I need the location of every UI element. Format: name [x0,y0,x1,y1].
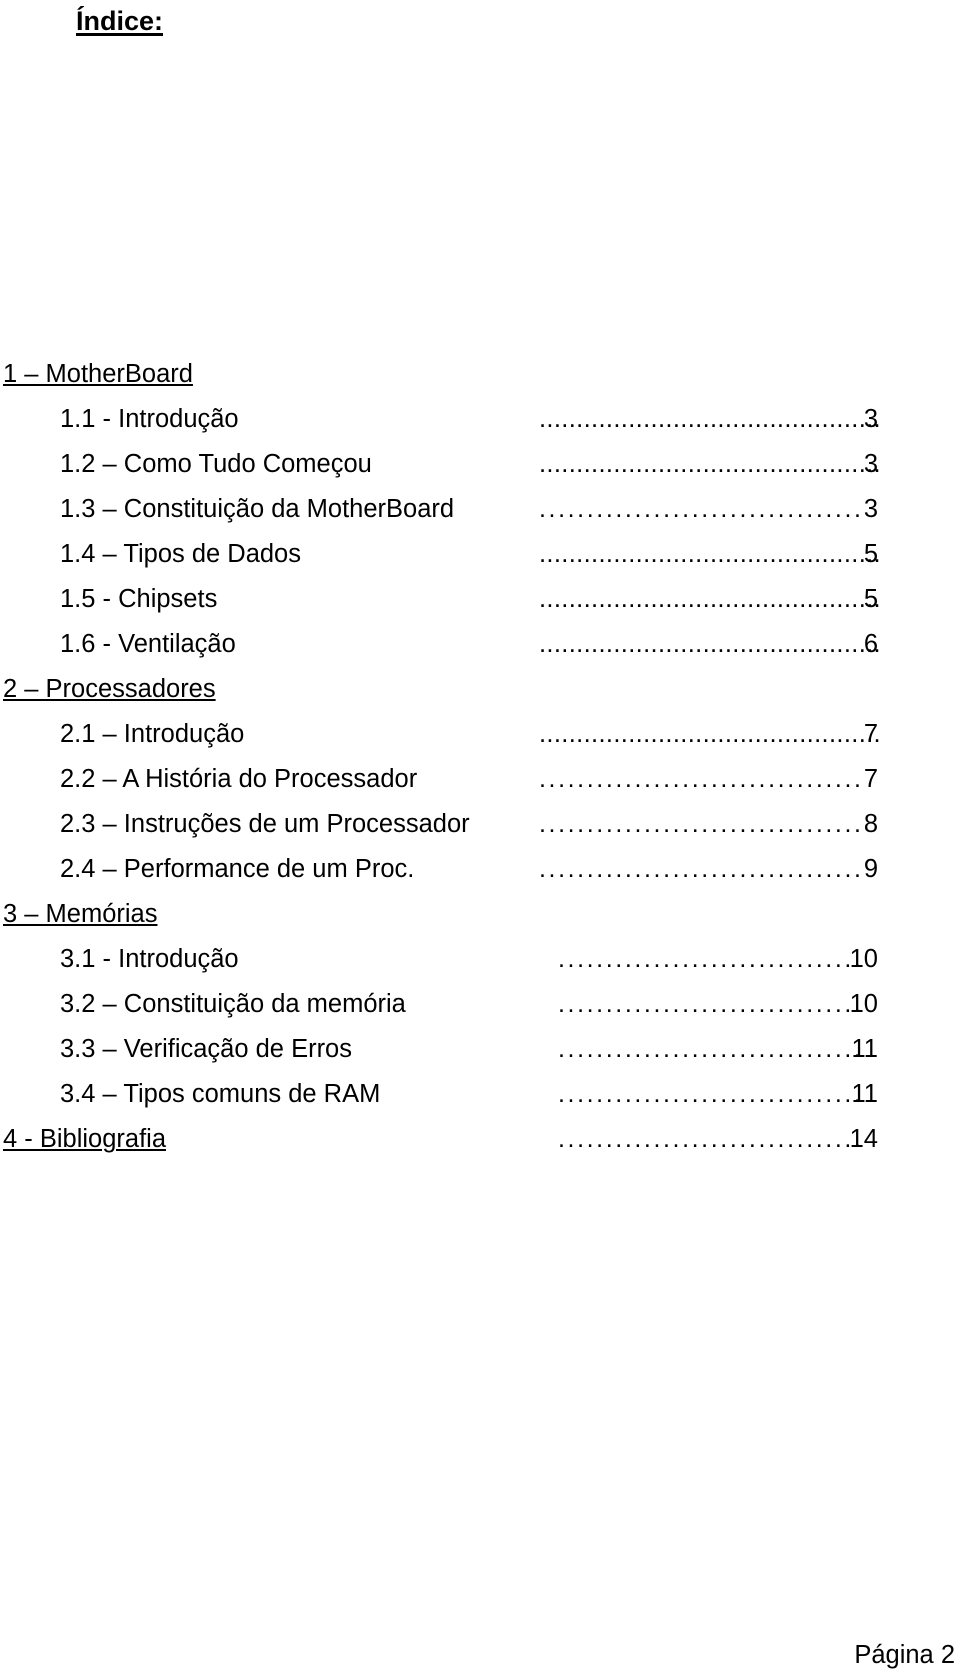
toc-entry-label: 3.4 – Tipos comuns de RAM [60,1080,381,1108]
toc-page-number: 10 [849,990,878,1018]
toc-entry[interactable]: 2 – Processadores [0,667,960,712]
toc-entry[interactable]: 1 – MotherBoard [0,352,960,397]
page-title: Índice: [76,6,164,36]
toc-entry[interactable]: 4 - Bibliografia........................… [0,1117,960,1162]
toc-entry-label: 1.3 – Constituição da MotherBoard [60,495,455,523]
toc-entry-label: 4 - Bibliografia [3,1125,166,1153]
toc-entry[interactable]: 2.3 – Instruções de um Processador......… [0,802,960,847]
toc-entry[interactable]: 3.2 – Constituição da memória...........… [0,982,960,1027]
toc-entry-label: 2.1 – Introdução [60,720,245,748]
toc-entry[interactable]: 2.1 – Introdução........................… [0,712,960,757]
toc-page-number: 3 [863,495,878,523]
toc-entry-label: 1.5 - Chipsets [60,585,218,613]
toc-page-number: 3 [863,405,878,433]
toc-dot-leader: ....................................... [558,945,860,973]
toc-entry[interactable]: 1.3 – Constituição da MotherBoard.......… [0,487,960,532]
toc-page-number: 14 [849,1125,878,1153]
toc-page-number: 3 [863,450,878,478]
toc-entry[interactable]: 3.4 – Tipos comuns de RAM...............… [0,1072,960,1117]
toc-page-number: 11 [851,1080,878,1108]
toc-entry[interactable]: 2.4 – Performance de um Proc............… [0,847,960,892]
toc-entry[interactable]: 3.3 – Verificação de Erros..............… [0,1027,960,1072]
toc-dot-leader: ....................................... [558,1125,860,1153]
toc-entry-label: 1.2 – Como Tudo Começou [60,450,372,478]
toc-page-number: 5 [863,540,878,568]
toc-page-number: 11 [851,1035,878,1063]
toc-entry-label: 1 – MotherBoard [3,360,193,388]
document-page: Índice: 1 – MotherBoard 1.1 - Introdução.… [0,0,960,1678]
toc-dot-leader: ........................................… [539,810,864,838]
toc-entry-label: 2.4 – Performance de um Proc. [60,855,415,883]
page-footer: Página 2 [854,1641,955,1669]
toc-dot-leader: ........................................… [539,495,864,523]
toc-entry[interactable]: 1.4 – Tipos de Dados....................… [0,532,960,577]
toc-page-number: 7 [863,765,878,793]
toc-dot-leader: ....................................... [558,1035,860,1063]
toc-page-number: 9 [863,855,878,883]
toc-page-number: 8 [863,810,878,838]
toc-page-number: 10 [849,945,878,973]
toc-entry-label: 1.6 - Ventilação [60,630,236,658]
toc-entry[interactable]: 3.1 - Introdução........................… [0,937,960,982]
toc-entry-label: 3.1 - Introdução [60,945,239,973]
toc-dot-leader: ........................................… [539,765,864,793]
toc-dot-leader: ....................................... [558,1080,860,1108]
toc-entry-label: 2.3 – Instruções de um Processador [60,810,470,838]
toc-entry-label: 2 – Processadores [3,675,216,703]
toc-entry-label: 1.4 – Tipos de Dados [60,540,301,568]
toc-entry-label: 3 – Memórias [3,900,158,928]
toc-entry-label: 3.2 – Constituição da memória [60,990,406,1018]
toc-page-number: 6 [863,630,878,658]
toc-entry[interactable]: 1.6 - Ventilação........................… [0,622,960,667]
toc-entry-label: 1.1 - Introdução [60,405,239,433]
toc-entry[interactable]: 2.2 – A História do Processador.........… [0,757,960,802]
toc-entry[interactable]: 1.1 - Introdução........................… [0,397,960,442]
toc-entry-label: 2.2 – A História do Processador [60,765,418,793]
toc-entry[interactable]: 1.2 – Como Tudo Começou.................… [0,442,960,487]
toc-entry-label: 3.3 – Verificação de Erros [60,1035,352,1063]
toc-entry[interactable]: 3 – Memórias [0,892,960,937]
toc-entry[interactable]: 1.5 - Chipsets..........................… [0,577,960,622]
toc-page-number: 5 [863,585,878,613]
toc-dot-leader: ........................................… [539,855,864,883]
toc-page-number: 7 [863,720,878,748]
toc-dot-leader: ....................................... [558,990,860,1018]
table-of-contents: 1 – MotherBoard 1.1 - Introdução.........… [0,352,960,1162]
